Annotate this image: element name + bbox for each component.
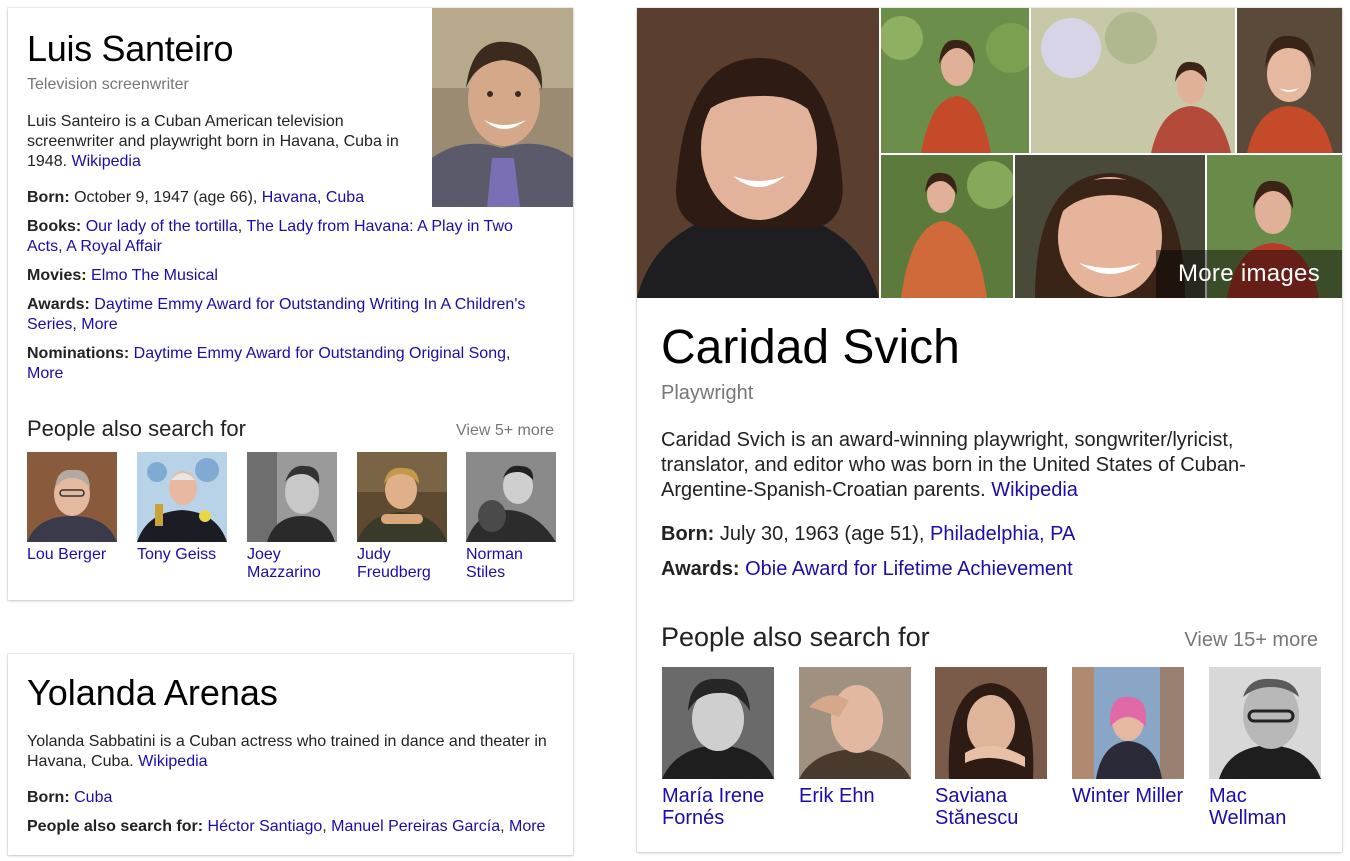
panel-subtitle: Television screenwriter [27,76,189,93]
gallery-image[interactable] [1237,8,1342,153]
person-photo[interactable] [247,452,337,542]
born-place-link[interactable]: Cuba [74,789,112,806]
panel-description: Yolanda Sabbatini is a Cuban actress who… [27,733,547,770]
person-card[interactable]: Tony Geiss [137,452,228,564]
person-photo[interactable] [27,452,117,542]
wikipedia-link[interactable]: Wikipedia [72,153,141,170]
person-photo[interactable] [935,667,1047,779]
gallery-image[interactable] [881,155,1013,298]
panel-description: Luis Santeiro is a Cuban American televi… [27,113,399,170]
person-name[interactable]: Erik Ehn [799,785,911,807]
people-more-link[interactable]: More [509,818,545,835]
view-more-link[interactable]: View 5+ more [456,422,554,440]
person-name[interactable]: Saviana Stănescu [935,785,1047,829]
person-photo[interactable] [1072,667,1184,779]
view-more-link[interactable]: View 15+ more [1184,629,1318,652]
panel-title: Yolanda Arenas [27,672,278,713]
person-card[interactable]: Saviana Stănescu [935,667,1047,829]
fact-born: Born: Cuba [27,789,113,806]
person-photo[interactable] [662,667,774,779]
person-card[interactable]: Joey Mazzarino [247,452,338,582]
book-link[interactable]: A Royal Affair [66,238,162,255]
fact-awards: Awards: Obie Award for Lifetime Achievem… [661,558,1073,580]
person-card[interactable]: María Irene Fornés [662,667,774,829]
person-name[interactable]: Joey Mazzarino [247,546,338,582]
person-name[interactable]: Mac Wellman [1209,785,1321,829]
wikipedia-link[interactable]: Wikipedia [991,479,1078,501]
knowledge-panel-yolanda-arenas: Yolanda Arenas Yolanda Sabbatini is a Cu… [8,654,573,855]
fact-born: Born: October 9, 1947 (age 66), Havana, … [27,189,365,206]
person-card[interactable]: Norman Stiles [466,452,557,582]
panel-title: Luis Santeiro [27,28,234,69]
person-card[interactable]: Erik Ehn [799,667,911,807]
nominations-more-link[interactable]: More [27,365,63,382]
gallery-image[interactable] [637,8,879,298]
nomination-link[interactable]: Daytime Emmy Award for Outstanding Origi… [134,345,506,362]
fact-list: Born: October 9, 1947 (age 66), Havana, … [27,188,547,393]
person-card[interactable]: Mac Wellman [1209,667,1321,829]
fact-people-also-search: People also search for: Héctor Santiago,… [27,818,546,835]
image-gallery: More images [637,8,1342,298]
person-photo[interactable] [466,452,556,542]
more-images-button[interactable]: More images [1156,250,1342,298]
person-card[interactable]: Lou Berger [27,452,118,564]
person-name[interactable]: María Irene Fornés [662,785,774,829]
person-name[interactable]: Lou Berger [27,546,118,564]
fact-books: Books: Our lady of the tortilla, The Lad… [27,218,513,255]
knowledge-panel-caridad-svich: More images Caridad Svich Playwright Car… [637,8,1342,852]
fact-nominations: Nominations: Daytime Emmy Award for Outs… [27,345,511,382]
profile-photo[interactable] [432,8,573,207]
person-card[interactable]: Winter Miller [1072,667,1184,807]
person-card[interactable]: Judy Freudberg [357,452,448,582]
people-also-search-heading: People also search for [27,416,246,441]
person-name[interactable]: Judy Freudberg [357,546,448,582]
panel-title: Caridad Svich [661,321,960,374]
person-name[interactable]: Norman Stiles [466,546,557,582]
book-link[interactable]: Our lady of the tortilla [86,218,238,235]
born-place-link[interactable]: Philadelphia, PA [930,523,1075,545]
fact-movies: Movies: Elmo The Musical [27,267,218,284]
person-photo[interactable] [799,667,911,779]
person-link[interactable]: Manuel Pereiras García [331,818,500,835]
people-also-search-heading: People also search for [661,622,930,652]
person-photo[interactable] [1209,667,1321,779]
born-place-link[interactable]: Havana, Cuba [262,189,364,206]
gallery-image[interactable] [881,8,1029,153]
awards-more-link[interactable]: More [81,316,117,333]
fact-awards: Awards: Daytime Emmy Award for Outstandi… [27,296,526,333]
person-link[interactable]: Héctor Santiago [208,818,323,835]
panel-description: Caridad Svich is an award-winning playwr… [661,429,1246,501]
wikipedia-link[interactable]: Wikipedia [138,753,207,770]
person-photo[interactable] [137,452,227,542]
gallery-image[interactable] [1031,8,1235,153]
award-link[interactable]: Obie Award for Lifetime Achievement [745,558,1073,580]
person-name[interactable]: Tony Geiss [137,546,228,564]
person-name[interactable]: Winter Miller [1072,785,1184,807]
knowledge-panel-luis-santeiro: Luis Santeiro Television screenwriter Lu… [8,8,573,600]
panel-subtitle: Playwright [661,382,754,404]
person-photo[interactable] [357,452,447,542]
movie-link[interactable]: Elmo The Musical [91,267,218,284]
fact-born: Born: July 30, 1963 (age 51), Philadelph… [661,523,1076,545]
